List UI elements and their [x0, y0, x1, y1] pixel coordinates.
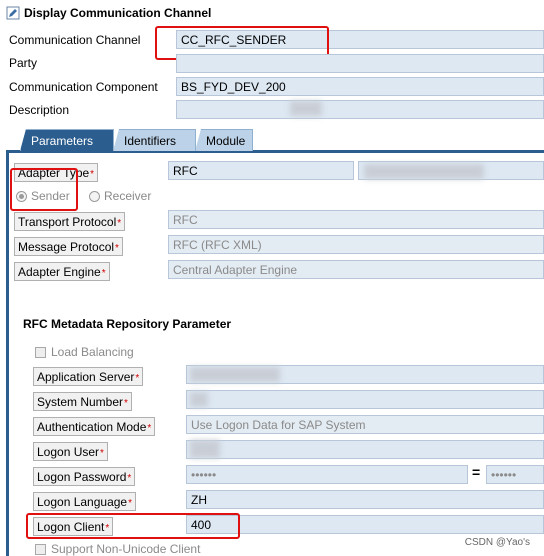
adapter-engine-field[interactable]: Central Adapter Engine [168, 260, 544, 279]
radio-unselected[interactable] [89, 190, 100, 202]
message-protocol-field[interactable]: RFC (RFC XML) [168, 235, 544, 254]
party-field[interactable] [176, 54, 544, 73]
communication-component-field[interactable]: BS_FYD_DEV_200 [176, 77, 544, 96]
tab-identifiers[interactable]: Identifiers [113, 129, 196, 151]
redacted-area [190, 440, 220, 458]
rfc-section-title: RFC Metadata Repository Parameter [23, 317, 232, 331]
logon-language-field[interactable]: ZH [186, 490, 544, 509]
transport-protocol-field[interactable]: RFC [168, 210, 544, 229]
highlight-logon-client [26, 513, 240, 539]
tab-bar: Parameters Identifiers Module [6, 129, 544, 153]
redacted-area [190, 392, 208, 407]
highlight-sender [10, 168, 78, 211]
logon-password-field[interactable]: •••••• [186, 465, 468, 484]
logon-password-label: Logon Password* [33, 467, 136, 486]
non-unicode-checkbox[interactable]: Support Non-Unicode Client [35, 542, 200, 556]
pencil-icon [6, 6, 20, 20]
window-title: Display Communication Channel [6, 6, 211, 20]
logon-password-confirm-field[interactable]: •••••• [486, 465, 544, 484]
tab-parameters[interactable]: Parameters [20, 129, 114, 151]
adapter-type-field[interactable]: RFC [168, 161, 354, 180]
system-number-label: System Number* [33, 392, 132, 411]
redacted-area [364, 164, 484, 179]
logon-user-field[interactable] [186, 440, 544, 459]
description-field[interactable] [176, 100, 544, 119]
communication-channel-label: Communication Channel [9, 33, 141, 47]
tab-module[interactable]: Module [195, 129, 253, 151]
receiver-radio[interactable]: Receiver [89, 189, 151, 203]
authentication-mode-field[interactable]: Use Logon Data for SAP System [186, 415, 544, 434]
equals-sign: = [472, 464, 481, 480]
application-server-label: Application Server* [33, 367, 144, 386]
redacted-area [290, 101, 322, 116]
authentication-mode-label: Authentication Mode* [33, 417, 156, 436]
message-protocol-label: Message Protocol* [14, 237, 123, 256]
party-label: Party [9, 56, 38, 70]
logon-language-label: Logon Language* [33, 492, 136, 511]
transport-protocol-label: Transport Protocol* [14, 212, 126, 231]
description-label: Description [9, 103, 70, 117]
adapter-engine-label: Adapter Engine* [14, 262, 110, 281]
checkbox[interactable] [35, 346, 46, 358]
load-balancing-checkbox[interactable]: Load Balancing [35, 345, 134, 359]
communication-component-label: Communication Component [9, 80, 158, 94]
redacted-area [190, 367, 280, 382]
checkbox[interactable] [35, 543, 46, 555]
logon-user-label: Logon User* [33, 442, 108, 461]
watermark: CSDN @Yao's [464, 537, 530, 548]
system-number-field[interactable] [186, 390, 544, 409]
